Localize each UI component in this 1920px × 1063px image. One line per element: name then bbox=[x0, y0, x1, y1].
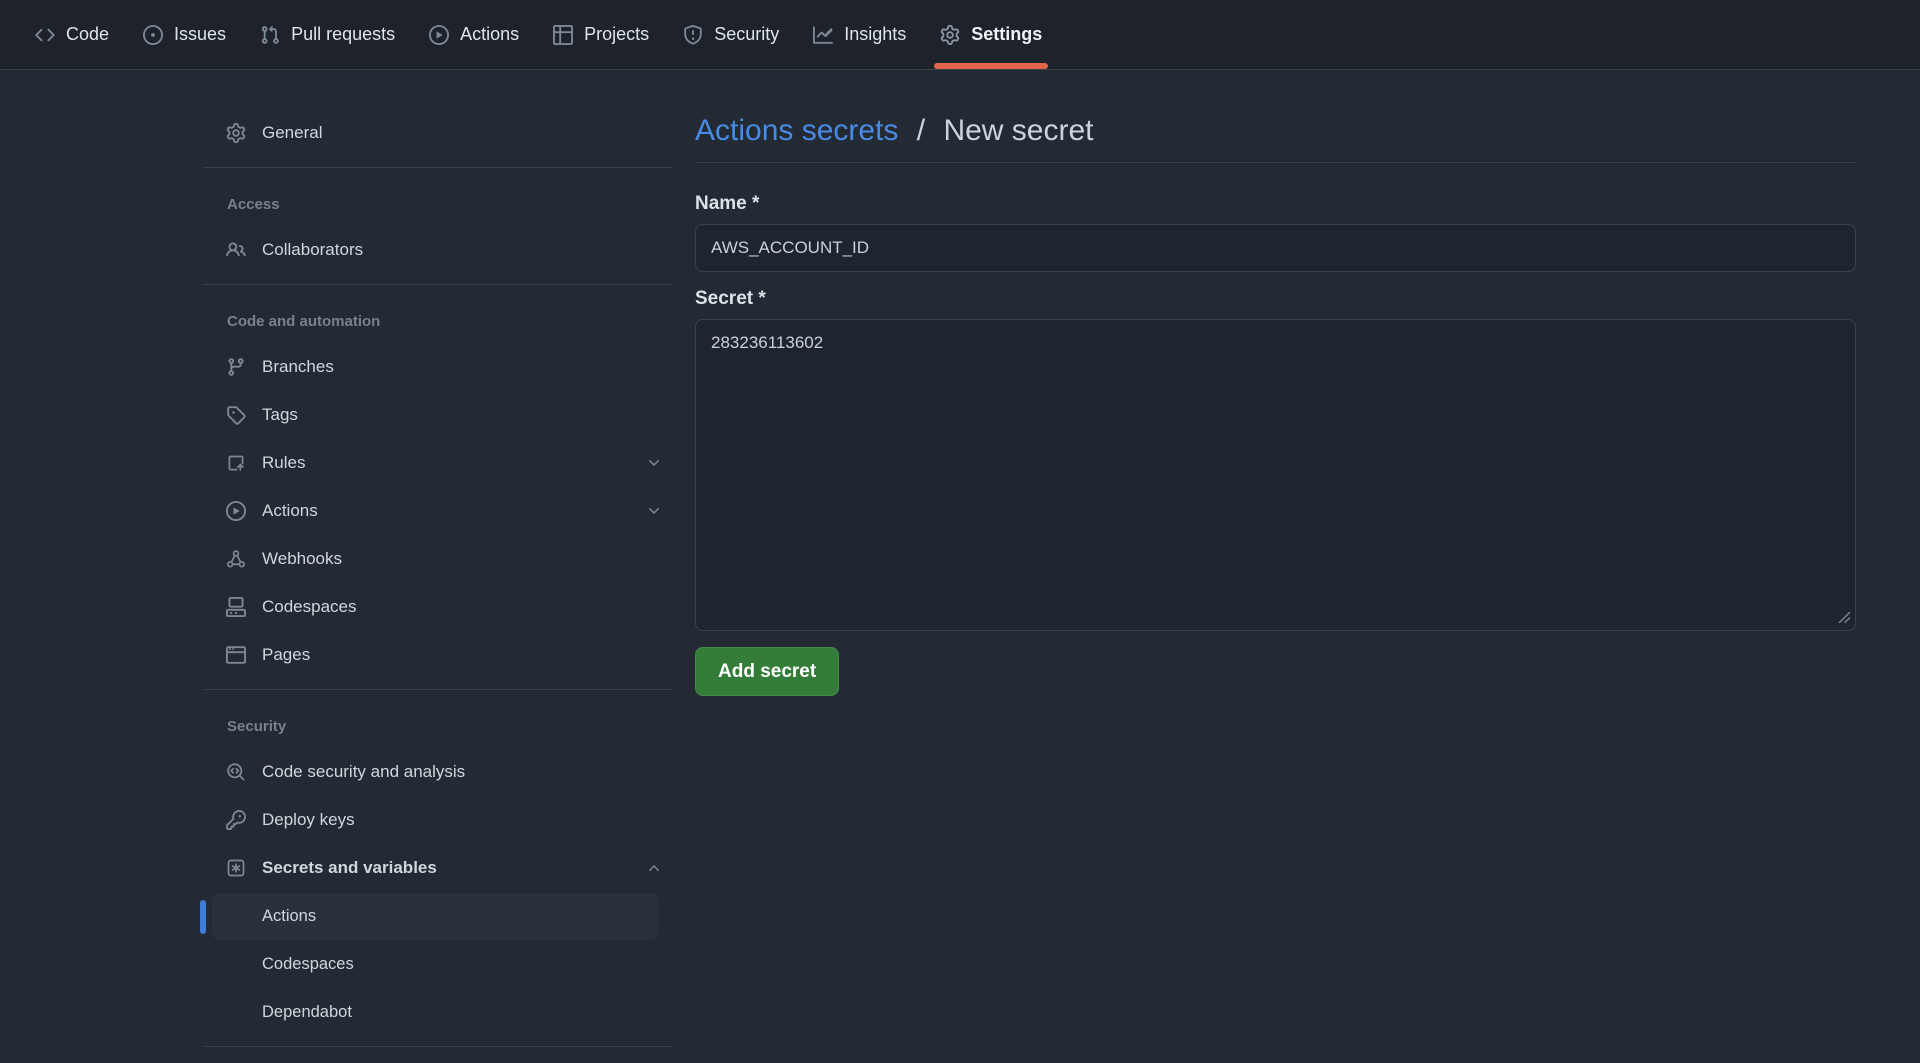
selected-indicator-bar bbox=[200, 900, 206, 934]
sidebar-item-collaborators[interactable]: Collaborators bbox=[204, 226, 672, 274]
gear-icon bbox=[940, 25, 960, 45]
sidebar-item-label: Webhooks bbox=[262, 549, 342, 569]
tab-label: Projects bbox=[584, 24, 649, 45]
tab-label: Issues bbox=[174, 24, 226, 45]
tab-label: Actions bbox=[460, 24, 519, 45]
settings-sidebar: General Access Collaborators Code and au… bbox=[204, 70, 672, 1057]
sidebar-item-label: Secrets and variables bbox=[262, 858, 437, 878]
tab-label: Insights bbox=[844, 24, 906, 45]
shield-icon bbox=[683, 25, 703, 45]
code-icon bbox=[35, 25, 55, 45]
name-field-label: Name * bbox=[695, 193, 1856, 215]
play-icon bbox=[429, 25, 449, 45]
people-icon bbox=[225, 240, 247, 260]
settings-content: Actions secrets / New secret Name * Secr… bbox=[695, 70, 1856, 696]
sidebar-item-label: Rules bbox=[262, 453, 305, 473]
chevron-up-icon bbox=[646, 860, 662, 876]
active-tab-underline bbox=[934, 63, 1048, 69]
rules-icon bbox=[225, 453, 247, 473]
browser-icon bbox=[225, 645, 247, 665]
tab-projects[interactable]: Projects bbox=[538, 0, 664, 69]
chevron-down-icon bbox=[646, 503, 662, 519]
sidebar-item-label: Collaborators bbox=[262, 240, 363, 260]
sidebar-item-deploy-keys[interactable]: Deploy keys bbox=[204, 796, 672, 844]
resize-handle-icon[interactable] bbox=[1838, 611, 1851, 624]
divider bbox=[695, 162, 1856, 163]
play-icon bbox=[225, 501, 247, 521]
tab-label: Code bbox=[66, 24, 109, 45]
sidebar-section-access: Access bbox=[204, 182, 672, 226]
divider bbox=[204, 167, 672, 168]
sidebar-item-pages[interactable]: Pages bbox=[204, 631, 672, 679]
breadcrumb-separator: / bbox=[917, 114, 925, 147]
sidebar-subitem-codespaces[interactable]: Codespaces bbox=[212, 941, 658, 988]
sidebar-item-code-security[interactable]: Code security and analysis bbox=[204, 748, 672, 796]
sidebar-item-label: Dependabot bbox=[262, 1003, 352, 1022]
sidebar-section-security: Security bbox=[204, 704, 672, 748]
sidebar-item-webhooks[interactable]: Webhooks bbox=[204, 535, 672, 583]
tag-icon bbox=[225, 405, 247, 425]
divider bbox=[204, 689, 672, 690]
sidebar-item-label: Pages bbox=[262, 645, 310, 665]
key-icon bbox=[225, 810, 247, 830]
add-secret-button[interactable]: Add secret bbox=[695, 647, 839, 696]
sidebar-item-label: General bbox=[262, 123, 322, 143]
tab-pull-requests[interactable]: Pull requests bbox=[245, 0, 410, 69]
sidebar-item-label: Codespaces bbox=[262, 955, 354, 974]
git-pull-request-icon bbox=[260, 25, 280, 45]
sidebar-item-secrets-and-variables[interactable]: Secrets and variables bbox=[204, 844, 672, 892]
sidebar-section-code-automation: Code and automation bbox=[204, 299, 672, 343]
sidebar-item-rules[interactable]: Rules bbox=[204, 439, 672, 487]
tab-insights[interactable]: Insights bbox=[798, 0, 921, 69]
sidebar-item-label: Actions bbox=[262, 501, 318, 521]
sidebar-subitem-dependabot[interactable]: Dependabot bbox=[212, 989, 658, 1036]
repo-settings-page: Code Issues Pull requests Actions Projec bbox=[0, 0, 1920, 1063]
sidebar-subitem-actions[interactable]: Actions bbox=[212, 893, 658, 940]
sidebar-item-branches[interactable]: Branches bbox=[204, 343, 672, 391]
sidebar-item-actions[interactable]: Actions bbox=[204, 487, 672, 535]
table-icon bbox=[553, 25, 573, 45]
tab-settings[interactable]: Settings bbox=[925, 0, 1057, 69]
sidebar-item-label: Actions bbox=[262, 907, 316, 926]
git-branch-icon bbox=[225, 357, 247, 377]
graph-icon bbox=[813, 25, 833, 45]
secrets-icon bbox=[225, 858, 247, 878]
sidebar-item-label: Tags bbox=[262, 405, 298, 425]
sidebar-item-tags[interactable]: Tags bbox=[204, 391, 672, 439]
tab-label: Settings bbox=[971, 24, 1042, 45]
actions-secrets-breadcrumb-link[interactable]: Actions secrets bbox=[695, 114, 898, 147]
breadcrumb-current: New secret bbox=[943, 114, 1093, 147]
secret-value-textarea[interactable]: 283236113602 bbox=[695, 319, 1856, 631]
tab-label: Pull requests bbox=[291, 24, 395, 45]
divider bbox=[204, 1046, 672, 1047]
divider bbox=[204, 284, 672, 285]
tab-label: Security bbox=[714, 24, 779, 45]
codespaces-icon bbox=[225, 597, 247, 617]
codescan-icon bbox=[225, 762, 247, 782]
gear-icon bbox=[225, 123, 247, 143]
issue-opened-icon bbox=[143, 25, 163, 45]
repo-tab-bar: Code Issues Pull requests Actions Projec bbox=[0, 0, 1920, 70]
tab-security[interactable]: Security bbox=[668, 0, 794, 69]
sidebar-item-label: Deploy keys bbox=[262, 810, 355, 830]
tab-issues[interactable]: Issues bbox=[128, 0, 241, 69]
secret-field-label: Secret * bbox=[695, 288, 1856, 310]
sidebar-item-label: Code security and analysis bbox=[262, 762, 465, 782]
tab-code[interactable]: Code bbox=[20, 0, 124, 69]
sidebar-item-codespaces[interactable]: Codespaces bbox=[204, 583, 672, 631]
tab-actions[interactable]: Actions bbox=[414, 0, 534, 69]
sidebar-item-general[interactable]: General bbox=[204, 109, 672, 157]
page-title: Actions secrets / New secret bbox=[695, 114, 1856, 148]
chevron-down-icon bbox=[646, 455, 662, 471]
sidebar-item-label: Codespaces bbox=[262, 597, 357, 617]
secret-name-input[interactable] bbox=[695, 224, 1856, 272]
sidebar-item-label: Branches bbox=[262, 357, 334, 377]
secret-textarea-wrap: 283236113602 bbox=[695, 319, 1856, 631]
webhook-icon bbox=[225, 549, 247, 569]
